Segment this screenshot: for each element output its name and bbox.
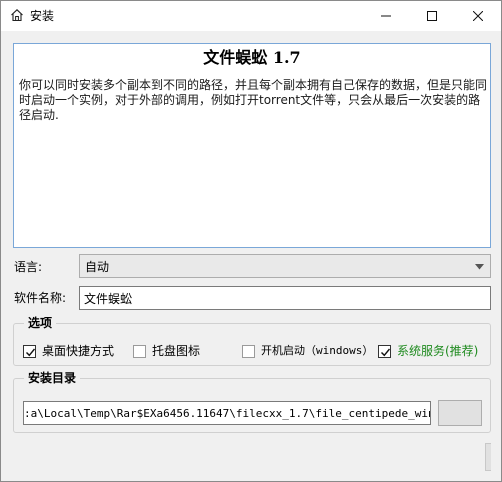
installer-window: 安装 文件蜈蚣 1.7 你可以同时安装多个副本到不同的路径，并且每个副本拥有自己… [0, 0, 502, 482]
autostart-checkbox[interactable]: 开机启动（windows） [242, 344, 373, 358]
tray-icon-label: 托盘图标 [152, 344, 201, 358]
desktop-shortcut-checkbox[interactable]: 桌面快捷方式 [23, 344, 114, 358]
close-icon [473, 11, 483, 21]
language-select-value: 自动 [85, 260, 110, 274]
software-name-label: 软件名称: [14, 291, 67, 305]
install-path-value: :a\Local\Temp\Rar$EXa6456.11647\filecxx_… [24, 407, 431, 420]
software-name-input[interactable]: 文件蜈蚣 [79, 286, 491, 310]
autostart-label: 开机启动（windows） [261, 344, 374, 357]
maximize-icon [427, 11, 437, 21]
maximize-button[interactable] [409, 1, 455, 31]
system-service-checkbox[interactable]: 系统服务(推荐) [378, 344, 478, 358]
desktop-shortcut-label: 桌面快捷方式 [42, 344, 115, 358]
dropdown-arrow-icon [475, 264, 484, 270]
install-dir-group-title: 安装目录 [24, 371, 81, 385]
tray-icon-checkbox[interactable]: 托盘图标 [133, 344, 200, 358]
software-name-value: 文件蜈蚣 [84, 292, 133, 306]
window-title: 安装 [30, 9, 55, 23]
close-button[interactable] [455, 1, 501, 31]
title-bar[interactable]: 安装 [1, 1, 501, 31]
home-icon [10, 8, 24, 22]
install-description: 你可以同时安装多个副本到不同的路径，并且每个副本拥有自己保存的数据，但是只能同时… [19, 78, 488, 122]
checkbox-unchecked-icon [133, 344, 146, 358]
system-service-label: 系统服务(推荐) [397, 344, 479, 358]
install-button[interactable] [485, 443, 491, 471]
info-panel: 文件蜈蚣 1.7 你可以同时安装多个副本到不同的路径，并且每个副本拥有自己保存的… [13, 43, 491, 248]
checkbox-checked-icon [23, 344, 36, 358]
minimize-icon [381, 15, 391, 17]
options-group-title: 选项 [24, 316, 57, 330]
checkbox-checked-icon [378, 344, 391, 358]
browse-button[interactable] [438, 400, 482, 426]
language-label: 语言: [14, 260, 43, 274]
minimize-button[interactable] [363, 1, 409, 31]
language-select[interactable]: 自动 [79, 254, 491, 278]
checkbox-unchecked-icon [242, 344, 255, 358]
install-path-input[interactable]: :a\Local\Temp\Rar$EXa6456.11647\filecxx_… [23, 401, 431, 425]
app-version-title: 文件蜈蚣 1.7 [203, 48, 301, 67]
